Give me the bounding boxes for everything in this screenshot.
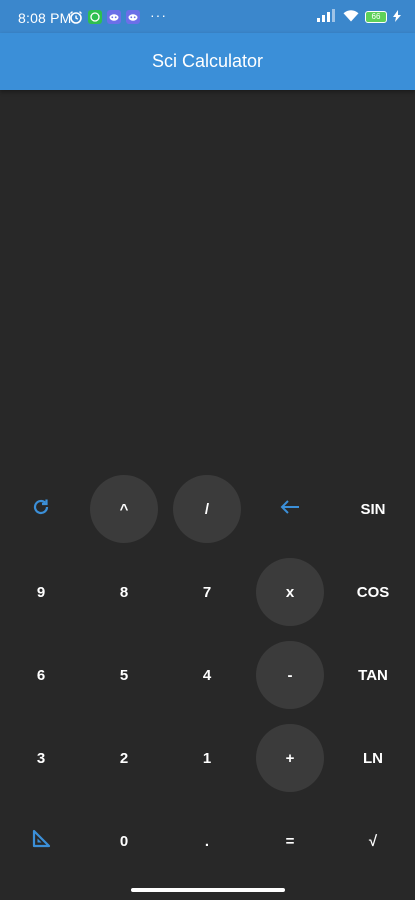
power-button[interactable]: ^ bbox=[90, 475, 158, 543]
digit-3-button[interactable]: 3 bbox=[7, 724, 75, 792]
discord-icon bbox=[126, 10, 140, 24]
refresh-icon bbox=[31, 497, 51, 521]
cos-button[interactable]: COS bbox=[339, 558, 407, 626]
subtract-button[interactable]: - bbox=[256, 641, 324, 709]
multiply-button[interactable]: x bbox=[256, 558, 324, 626]
alarm-icon bbox=[69, 10, 83, 24]
discord-icon bbox=[107, 10, 121, 24]
digit-9-button[interactable]: 9 bbox=[7, 558, 75, 626]
divide-button[interactable]: / bbox=[173, 475, 241, 543]
calculator-display bbox=[0, 90, 415, 468]
app-bar: Sci Calculator bbox=[0, 33, 415, 90]
keypad-row-4: 3 2 1 + LN bbox=[0, 724, 415, 807]
ln-button[interactable]: LN bbox=[339, 724, 407, 792]
backspace-icon bbox=[279, 499, 301, 519]
charging-icon bbox=[393, 9, 401, 25]
whatsapp-icon bbox=[88, 10, 102, 24]
equals-button[interactable]: = bbox=[256, 807, 324, 875]
status-time: 8:08 PM bbox=[18, 10, 72, 26]
more-notifications: ··· bbox=[150, 7, 167, 23]
digit-0-button[interactable]: 0 bbox=[90, 807, 158, 875]
keypad-row-1: ^ / SIN bbox=[0, 475, 415, 558]
home-indicator[interactable] bbox=[131, 888, 285, 892]
digit-4-button[interactable]: 4 bbox=[173, 641, 241, 709]
digit-6-button[interactable]: 6 bbox=[7, 641, 75, 709]
status-bar: 8:08 PM ··· 66 bbox=[0, 0, 415, 33]
sqrt-button[interactable]: √ bbox=[339, 807, 407, 875]
battery-icon: 66 bbox=[365, 11, 387, 23]
add-button[interactable]: + bbox=[256, 724, 324, 792]
digit-8-button[interactable]: 8 bbox=[90, 558, 158, 626]
keypad-row-5: 0 . = √ bbox=[0, 807, 415, 890]
backspace-button[interactable] bbox=[256, 475, 324, 543]
wifi-icon bbox=[343, 9, 359, 25]
keypad-row-2: 9 8 7 x COS bbox=[0, 558, 415, 641]
keypad-row-3: 6 5 4 - TAN bbox=[0, 641, 415, 724]
decimal-button[interactable]: . bbox=[173, 807, 241, 875]
sin-button[interactable]: SIN bbox=[339, 475, 407, 543]
signal-icon bbox=[317, 9, 337, 25]
reset-button[interactable] bbox=[7, 475, 75, 543]
angle-icon bbox=[31, 829, 51, 853]
digit-2-button[interactable]: 2 bbox=[90, 724, 158, 792]
digit-5-button[interactable]: 5 bbox=[90, 641, 158, 709]
digit-1-button[interactable]: 1 bbox=[173, 724, 241, 792]
digit-7-button[interactable]: 7 bbox=[173, 558, 241, 626]
angle-mode-button[interactable] bbox=[7, 807, 75, 875]
tan-button[interactable]: TAN bbox=[339, 641, 407, 709]
app-title: Sci Calculator bbox=[151, 51, 264, 71]
